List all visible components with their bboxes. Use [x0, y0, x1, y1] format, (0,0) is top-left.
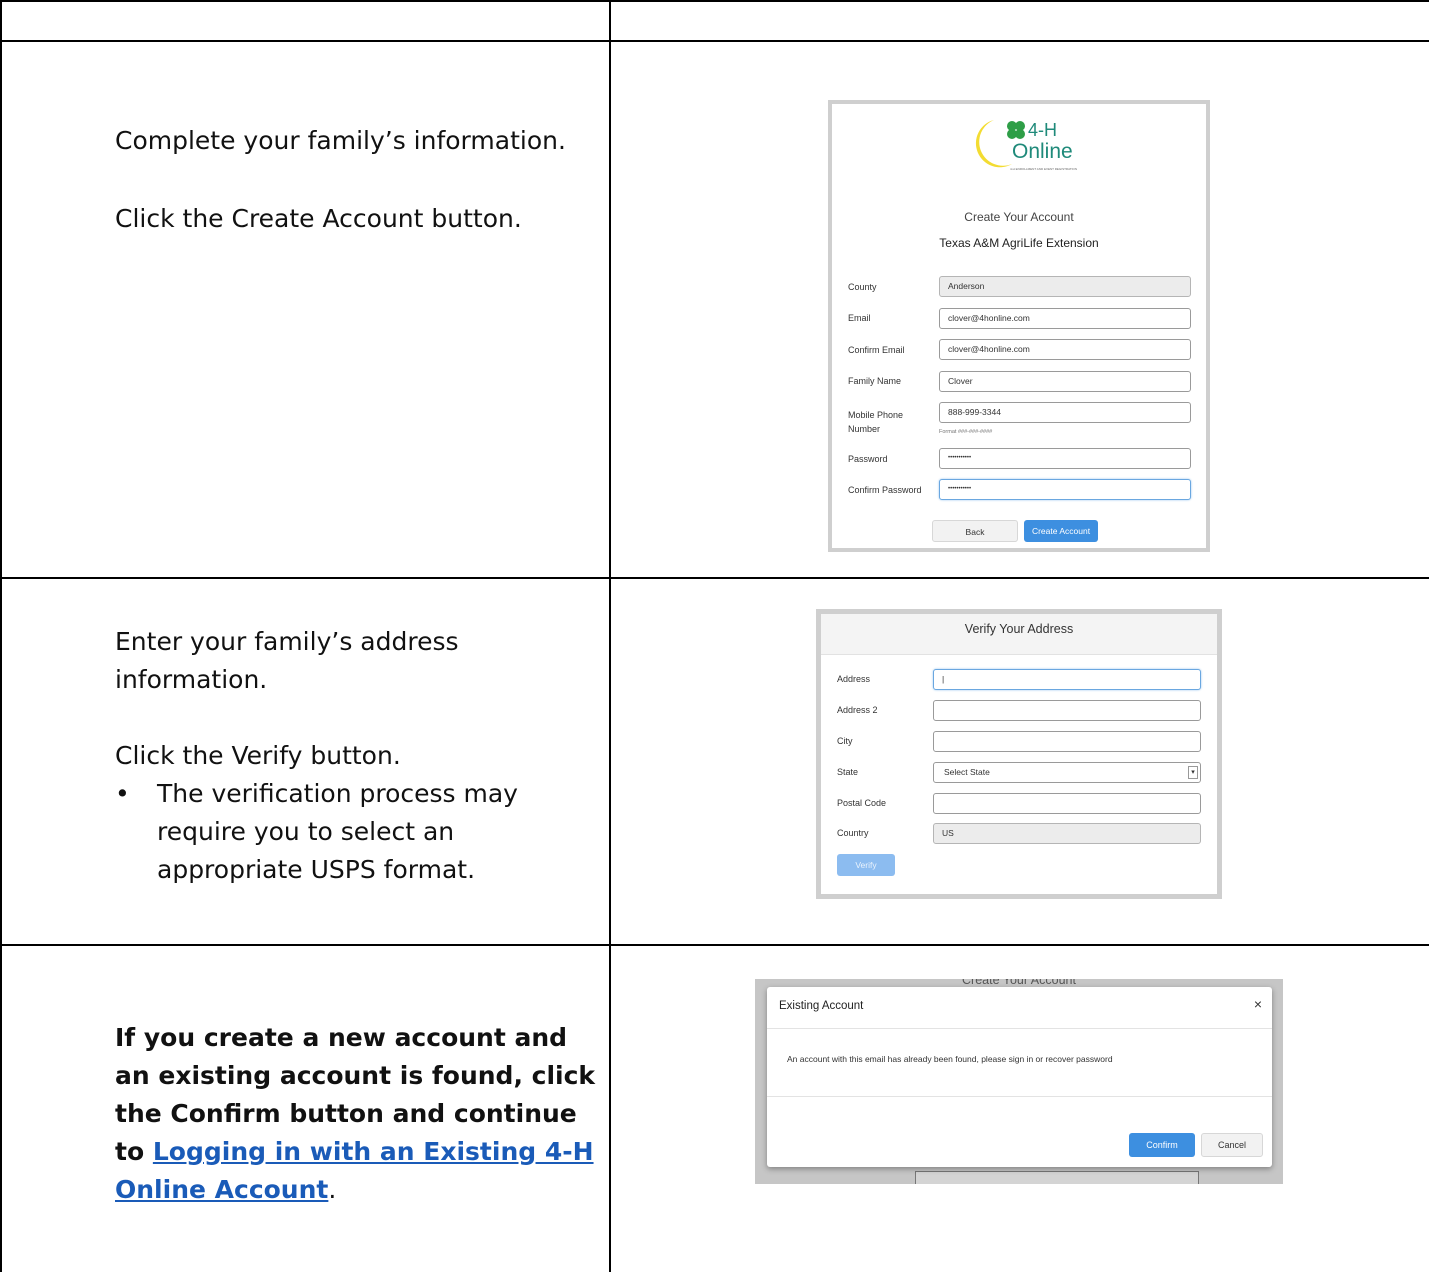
state-label: State [837, 767, 859, 777]
family-name-field[interactable]: Clover [939, 371, 1191, 392]
mobile-phone-label: Mobile Phone Number [848, 410, 904, 434]
confirm-email-field[interactable]: clover@4honline.com [939, 339, 1191, 360]
back-button[interactable]: Back [932, 520, 1018, 542]
existing-account-modal: Existing Account × An account with this … [767, 987, 1272, 1167]
city-label: City [837, 736, 853, 746]
state-select-value: Select State [944, 767, 990, 777]
confirm-button[interactable]: Confirm [1129, 1133, 1195, 1157]
county-field[interactable]: Anderson [939, 276, 1191, 297]
table-border-top [0, 0, 1429, 2]
confirm-email-label: Confirm Email [848, 345, 905, 355]
table-border-left [0, 0, 2, 1272]
address-label: Address [837, 674, 871, 684]
row3-instructions: If you create a new account and an exist… [115, 1019, 600, 1209]
logo-online-text: Online [1012, 140, 1073, 163]
family-name-label: Family Name [848, 376, 902, 386]
email-field[interactable]: clover@4honline.com [939, 308, 1191, 329]
modal-divider-bottom [767, 1096, 1272, 1097]
existing-account-screenshot: Create Your Account Existing Account × A… [755, 979, 1283, 1184]
instruction-click-create: Click the Create Account button. [115, 204, 522, 233]
4h-online-logo: 4-H Online 4-H ENROLLMENT AND EVENT REGI… [972, 112, 1092, 174]
behind-page-title: Create Your Account [962, 979, 1076, 987]
address-2-field[interactable] [933, 700, 1201, 721]
email-label: Email [848, 313, 871, 323]
instruction-click-verify: Click the Verify button. [115, 741, 401, 770]
address-field[interactable]: | [933, 669, 1201, 690]
logo-brand-text: 4-H [1028, 120, 1058, 140]
address-2-label: Address 2 [837, 705, 878, 715]
country-label: Country [837, 828, 869, 838]
instruction-complete-info: Complete your family’s information. [115, 126, 566, 155]
modal-message: An account with this email has already b… [787, 1054, 1113, 1064]
logo-tagline: 4-H ENROLLMENT AND EVENT REGISTRATION [1010, 167, 1078, 171]
cancel-button[interactable]: Cancel [1201, 1133, 1263, 1157]
verify-bullet-list: The verification process may require you… [115, 775, 595, 889]
verify-address-title: Verify Your Address [964, 622, 1074, 636]
trailing-period: . [328, 1175, 337, 1204]
close-icon[interactable]: × [1254, 996, 1262, 1012]
verify-bullet-item: The verification process may require you… [115, 775, 595, 889]
confirm-password-field[interactable]: ••••••••••• [939, 479, 1191, 500]
country-field[interactable]: US [933, 823, 1201, 844]
table-border-row2 [0, 577, 1429, 579]
dropdown-arrow-icon: ▾ [1188, 766, 1198, 779]
verify-address-screenshot: Verify Your Address Address | Address 2 … [816, 609, 1222, 899]
county-label: County [848, 282, 877, 292]
table-border-row3 [0, 944, 1429, 946]
create-account-screenshot: 4-H Online 4-H ENROLLMENT AND EVENT REGI… [828, 100, 1210, 552]
create-account-button[interactable]: Create Account [1024, 520, 1098, 542]
modal-divider-top [767, 1028, 1272, 1029]
table-border-row1 [0, 40, 1429, 42]
verify-button[interactable]: Verify [837, 854, 895, 876]
password-field[interactable]: ••••••••••• [939, 448, 1191, 469]
instruction-enter-address: Enter your family’s address information. [115, 627, 459, 694]
row1-instructions: Complete your family’s information. Clic… [115, 122, 595, 238]
password-label: Password [848, 454, 888, 464]
confirm-password-label: Confirm Password [848, 485, 922, 495]
create-account-title: Create Your Account [964, 210, 1074, 224]
behind-page-input [915, 1171, 1199, 1184]
postal-code-label: Postal Code [837, 798, 887, 808]
state-select[interactable]: Select State ▾ [933, 762, 1201, 783]
phone-format-hint: Format ###-###-#### [939, 429, 993, 435]
mobile-phone-field[interactable]: 888-999-3344 [939, 402, 1191, 423]
city-field[interactable] [933, 731, 1201, 752]
postal-code-field[interactable] [933, 793, 1201, 814]
table-border-middle [609, 0, 611, 1272]
logging-in-existing-account-link[interactable]: Logging in with an Existing 4-H Online A… [115, 1137, 594, 1204]
create-account-subtitle: Texas A&M AgriLife Extension [939, 236, 1099, 250]
row2-instructions: Enter your family’s address information.… [115, 623, 595, 889]
modal-title: Existing Account [779, 1000, 864, 1012]
